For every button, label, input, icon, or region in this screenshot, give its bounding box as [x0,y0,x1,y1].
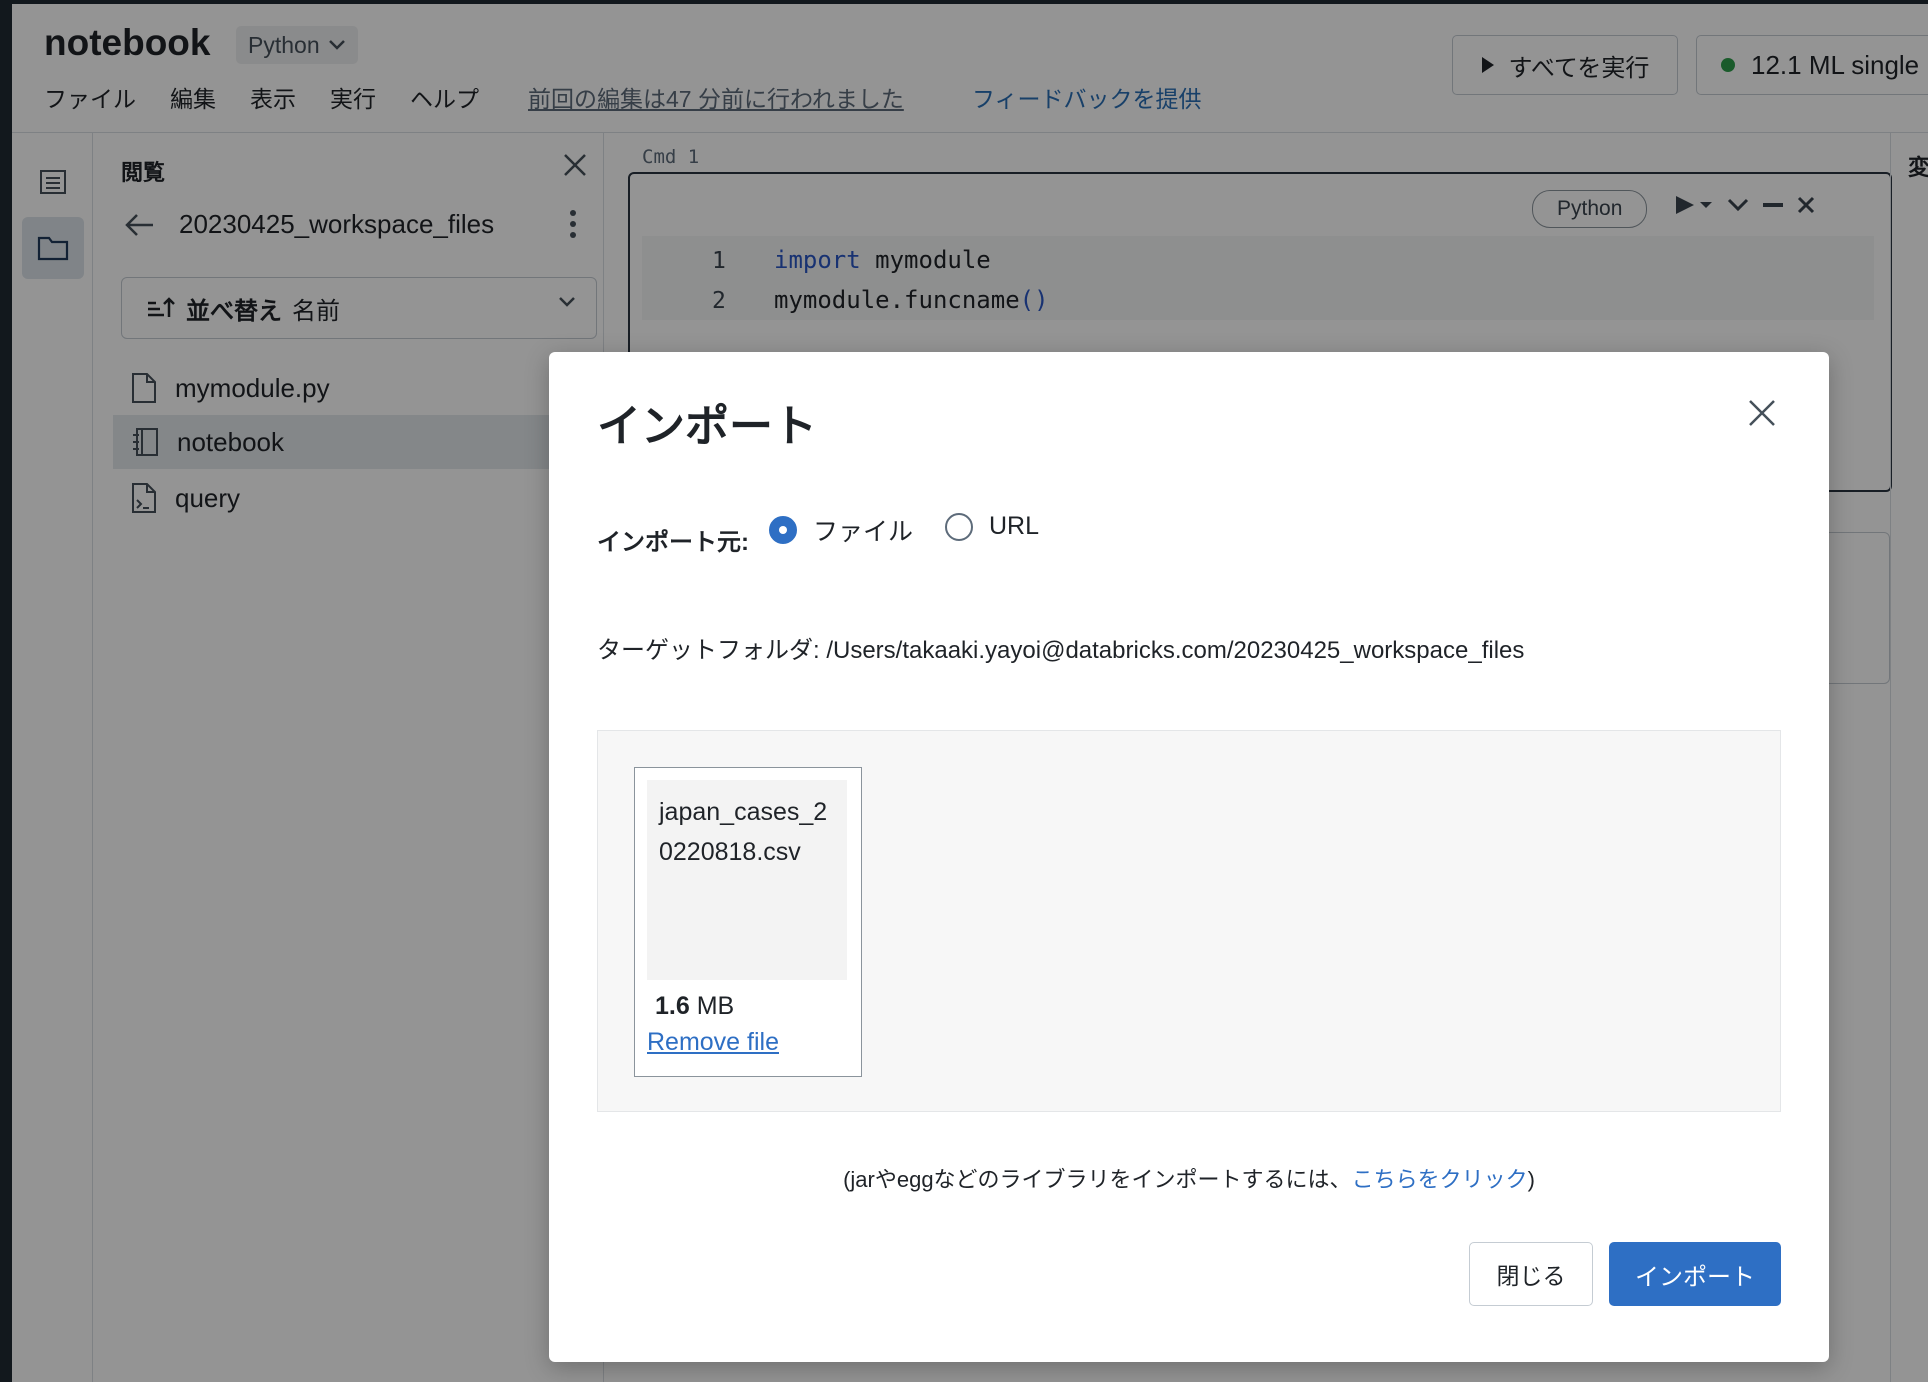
radio-url[interactable]: URL [945,512,1039,541]
file-size-value: 1.6 [655,992,690,1020]
close-button[interactable]: 閉じる [1469,1242,1593,1306]
file-card: japan_cases_20220818.csv 1.6 MB Remove f… [634,767,862,1077]
radio-selected-icon [769,516,797,544]
library-note: (jarやeggなどのライブラリをインポートするには、こちらをクリック) [549,1162,1829,1194]
import-source-label: インポート元: [597,529,749,556]
file-dropzone[interactable]: japan_cases_20220818.csv 1.6 MB Remove f… [597,730,1781,1112]
library-note-prefix: (jarやeggなどのライブラリをインポートするには、 [843,1167,1352,1192]
dialog-title: インポート [597,402,817,451]
library-note-suffix: ) [1527,1167,1535,1192]
radio-url-label: URL [989,512,1040,540]
close-icon[interactable] [1747,398,1777,428]
import-dialog: インポート インポート元: ファイル URL ターゲットフォルダ: /Users… [549,352,1829,1362]
radio-unselected-icon [945,512,973,541]
target-folder: ターゲットフォルダ: /Users/takaaki.yayoi@databric… [597,637,1525,664]
radio-file[interactable]: ファイル [769,512,913,548]
remove-file-link[interactable]: Remove file [647,1028,779,1057]
import-button[interactable]: インポート [1609,1242,1781,1306]
library-link[interactable]: こちらをクリック [1352,1167,1528,1192]
file-name: japan_cases_20220818.csv [659,798,828,866]
file-size: 1.6 MB [655,992,734,1021]
radio-file-label: ファイル [813,518,914,546]
file-size-unit: MB [696,992,735,1020]
